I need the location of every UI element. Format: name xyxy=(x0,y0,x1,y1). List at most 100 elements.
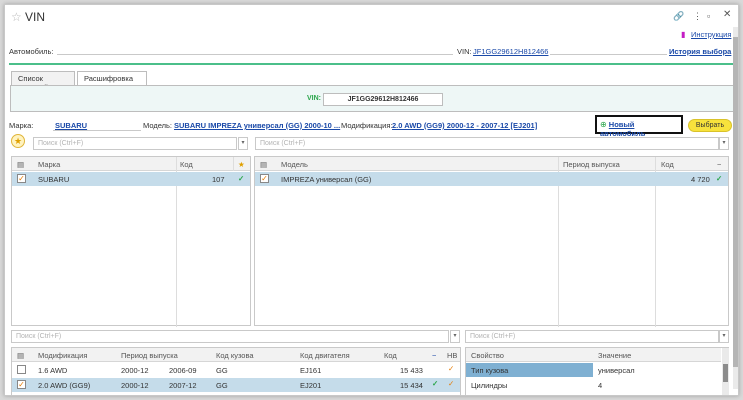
mod-search-dropdown[interactable]: ▾ xyxy=(450,330,460,343)
model-search-input[interactable]: Поиск (Ctrl+F) xyxy=(255,137,719,150)
prop-value: универсал xyxy=(598,366,635,375)
list-icon: ▤ xyxy=(260,160,268,169)
modification-link[interactable]: 2.0 AWD (GG9) 2000-12 - 2007-12 [EJ201] xyxy=(392,121,537,130)
instructions-link[interactable]: Инструкция xyxy=(691,30,731,39)
prop-value: 4 xyxy=(598,381,603,390)
check-icon: ✓ xyxy=(238,174,245,183)
model-search-dropdown[interactable]: ▾ xyxy=(719,137,729,150)
vin-panel-label: VIN: xyxy=(307,95,321,102)
prop-table: Свойство Значение Тип кузова универсал Ц… xyxy=(465,347,729,395)
favorite-star-icon[interactable]: ☆ xyxy=(11,10,22,24)
table-row[interactable]: Тип кузова универсал xyxy=(466,363,721,377)
prop-search-dropdown[interactable]: ▾ xyxy=(719,330,729,343)
list-icon: ▤ xyxy=(17,160,25,169)
mod-engine: EJ201 xyxy=(300,381,322,390)
vin-input[interactable]: JF1GG29612H812466 xyxy=(323,93,443,106)
fav-col-icon: ★ xyxy=(238,160,245,169)
mod-from: 2000-12 xyxy=(121,381,149,390)
table-row[interactable]: ✓ 2.0 AWD (GG9) 2000-12 2007-12 GG EJ201… xyxy=(12,378,460,392)
mod-search-input[interactable]: Поиск (Ctrl+F) xyxy=(11,330,449,343)
window-title: VIN xyxy=(25,10,46,24)
new-car-label: Новый автомобиль xyxy=(600,120,646,138)
model-table: ▤ Модель Период выпуска Код − ✓ IMPREZA … xyxy=(254,156,729,327)
car-label: Автомобиль: xyxy=(9,47,54,56)
more-icon[interactable]: ⋮ xyxy=(693,11,702,22)
tab-model-list[interactable]: Список моделей xyxy=(11,71,75,92)
separator xyxy=(9,63,734,65)
vin-label: VIN: xyxy=(457,47,472,56)
model-label: Модель: xyxy=(143,121,173,130)
prop-name: Тип кузова xyxy=(471,366,509,375)
list-icon: ▤ xyxy=(17,351,25,360)
brand-name: SUBARU xyxy=(38,175,70,184)
check-icon: ✓ xyxy=(716,174,723,183)
mod-table-header: ▤ Модификация Период выпуска Код кузова … xyxy=(12,348,460,362)
prop-col-header[interactable]: Свойство xyxy=(471,351,504,360)
minus-icon: − xyxy=(432,351,437,360)
code-col-header[interactable]: Код xyxy=(384,351,397,360)
brand-table: ▤ Марка Код ★ ✓ SUBARU 107 ✓ xyxy=(11,156,251,327)
table-row[interactable]: ✓ IMPREZA универсал (GG) 4 720 ✓ xyxy=(255,172,728,186)
table-row[interactable]: Цилиндры 4 xyxy=(466,378,721,392)
mod-table: ▤ Модификация Период выпуска Код кузова … xyxy=(11,347,461,395)
model-link[interactable]: SUBARU IMPREZA универсал (GG) 2000-10 ..… xyxy=(174,121,340,130)
mod-engine: EJ161 xyxy=(300,366,322,375)
value-col-header[interactable]: Значение xyxy=(598,351,631,360)
favorites-star-icon[interactable]: ★ xyxy=(11,134,25,148)
vin-window: ☆ VIN 🔗 ⋮ ▫ ✕ ▮ Инструкция Автомобиль: V… xyxy=(4,4,739,396)
table-row[interactable]: ✓ SUBARU 107 ✓ xyxy=(12,172,250,186)
check-icon: ✓ xyxy=(448,379,455,388)
car-field[interactable] xyxy=(57,45,453,55)
brand-search-input[interactable]: Поиск (Ctrl+F) xyxy=(33,137,237,150)
mod-col-header[interactable]: Модификация xyxy=(38,351,87,360)
model-code: 4 720 xyxy=(691,175,710,184)
minus-icon: − xyxy=(717,160,722,169)
instructions-icon: ▮ xyxy=(681,30,686,39)
scrollbar[interactable] xyxy=(722,348,729,395)
brand-col-header[interactable]: Марка xyxy=(38,160,60,169)
check-icon: ✓ xyxy=(448,364,455,373)
brand-search-dropdown[interactable]: ▾ xyxy=(238,137,248,150)
period-col-header[interactable]: Период выпуска xyxy=(563,160,620,169)
brand-code: 107 xyxy=(212,175,225,184)
model-col-header[interactable]: Модель xyxy=(281,160,308,169)
link-icon[interactable]: 🔗 xyxy=(673,11,684,22)
close-icon[interactable]: ✕ xyxy=(723,9,731,20)
code-col-header[interactable]: Код xyxy=(661,160,674,169)
nv-col-header[interactable]: НВ xyxy=(447,351,457,360)
engine-col-header[interactable]: Код двигателя xyxy=(300,351,350,360)
mod-name: 1.6 AWD xyxy=(38,366,68,375)
brand-label: Марка: xyxy=(9,121,34,130)
model-name: IMPREZA универсал (GG) xyxy=(281,175,372,184)
period-col-header[interactable]: Период выпуска xyxy=(121,351,178,360)
prop-name: Цилиндры xyxy=(471,381,508,390)
brand-table-header: ▤ Марка Код ★ xyxy=(12,157,250,171)
history-link[interactable]: История выбора xyxy=(669,47,731,56)
checkbox[interactable]: ✓ xyxy=(260,174,269,183)
checkbox[interactable] xyxy=(17,365,26,374)
vin-link[interactable]: JF1GG29612H812466 xyxy=(473,47,548,56)
modification-label: Модификация: xyxy=(341,121,393,130)
checkbox[interactable]: ✓ xyxy=(17,174,26,183)
vin-field-extra xyxy=(550,45,667,55)
mod-name: 2.0 AWD (GG9) xyxy=(38,381,91,390)
window-scrollbar[interactable] xyxy=(733,27,738,389)
body-col-header[interactable]: Код кузова xyxy=(216,351,254,360)
code-col-header[interactable]: Код xyxy=(180,160,193,169)
restore-icon[interactable]: ▫ xyxy=(707,11,710,21)
check-icon: ✓ xyxy=(432,379,439,388)
tab-vin-decode[interactable]: Расшифровка VIN xyxy=(77,71,147,92)
mod-body: GG xyxy=(216,381,228,390)
mod-from: 2000-12 xyxy=(121,366,149,375)
mod-code: 15 433 xyxy=(400,366,423,375)
table-row[interactable]: 1.6 AWD 2000-12 2006-09 GG EJ161 15 433 … xyxy=(12,363,460,377)
prop-search-input[interactable]: Поиск (Ctrl+F) xyxy=(465,330,719,343)
select-button[interactable]: Выбрать xyxy=(688,119,732,132)
checkbox[interactable]: ✓ xyxy=(17,380,26,389)
new-car-button[interactable]: ⊕ Новый автомобиль xyxy=(595,115,683,138)
mod-code: 15 434 xyxy=(400,381,423,390)
mod-to: 2007-12 xyxy=(169,381,197,390)
model-table-header: ▤ Модель Период выпуска Код − xyxy=(255,157,728,171)
mod-body: GG xyxy=(216,366,228,375)
plus-icon: ⊕ xyxy=(600,120,607,129)
